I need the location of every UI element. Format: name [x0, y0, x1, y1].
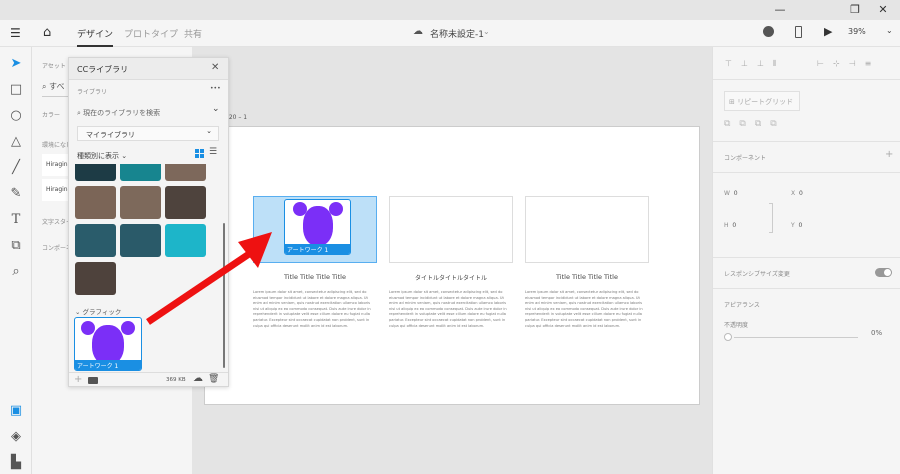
arrow-shaft	[146, 249, 254, 325]
arrow-head	[238, 232, 272, 268]
annotation-arrow	[146, 232, 272, 325]
